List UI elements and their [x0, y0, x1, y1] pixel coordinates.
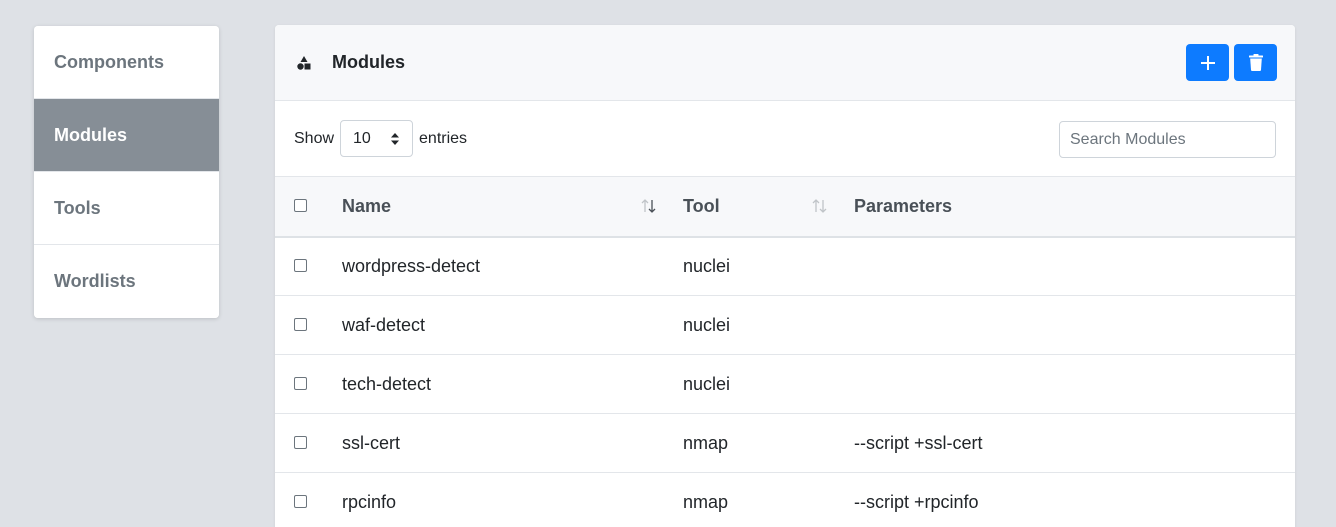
- card-title: Modules: [332, 52, 406, 72]
- cell-parameters: [854, 296, 1295, 355]
- header-actions: [1186, 44, 1277, 81]
- cell-name: tech-detect: [342, 373, 432, 394]
- row-checkbox[interactable]: [294, 376, 307, 390]
- column-header-parameters-label: Parameters: [854, 195, 953, 216]
- sort-icon: [812, 199, 827, 213]
- sort-arrows-icon: [391, 133, 400, 145]
- sidebar: Components Modules Tools Wordlists: [34, 26, 219, 318]
- cell-tool: nuclei: [683, 373, 731, 394]
- column-header-tool-label: Tool: [683, 195, 720, 216]
- cell-name: ssl-cert: [342, 432, 400, 453]
- modules-table: Name Tool Parameters wordpress-detect nu…: [275, 176, 1295, 527]
- cell-parameters: --script +ssl-cert: [854, 432, 983, 453]
- cell-tool: nmap: [683, 432, 729, 453]
- column-header-name-label: Name: [342, 195, 392, 216]
- plus-icon: [1200, 55, 1215, 70]
- row-checkbox[interactable]: [294, 258, 307, 272]
- row-checkbox-cell: [275, 355, 342, 414]
- entries-select[interactable]: 10: [340, 120, 414, 157]
- add-module-button[interactable]: [1186, 44, 1229, 81]
- row-checkbox[interactable]: [294, 494, 307, 508]
- modules-card: Modules Show 10 entries Search Modules N…: [275, 25, 1295, 527]
- table-row[interactable]: ssl-cert nmap --script +ssl-cert: [275, 414, 1295, 473]
- cell-name: waf-detect: [342, 314, 426, 335]
- select-all-checkbox[interactable]: [294, 198, 307, 212]
- cell-parameters: [854, 355, 1295, 414]
- column-header-parameters: Parameters: [854, 176, 1295, 238]
- table-row[interactable]: waf-detect nuclei: [275, 296, 1295, 355]
- sidebar-item-label: Tools: [54, 197, 101, 218]
- cell-name: wordpress-detect: [342, 255, 481, 276]
- entries-value: 10: [353, 129, 371, 147]
- sidebar-item-label: Modules: [54, 124, 128, 145]
- row-checkbox-cell: [275, 296, 342, 355]
- select-all-cell: [275, 176, 342, 238]
- row-checkbox-cell: [275, 237, 342, 296]
- sort-icon: [641, 199, 656, 213]
- sidebar-item-wordlists[interactable]: Wordlists: [34, 245, 219, 318]
- shapes-icon: [295, 54, 313, 72]
- column-header-name[interactable]: Name: [342, 176, 683, 238]
- sidebar-item-modules[interactable]: Modules: [34, 99, 219, 172]
- table-controls: Show 10 entries: [275, 101, 1295, 176]
- sidebar-item-label: Wordlists: [54, 271, 136, 291]
- delete-modules-button[interactable]: [1234, 44, 1277, 81]
- trash-icon: [1248, 54, 1263, 71]
- cell-tool: nmap: [683, 491, 729, 512]
- column-header-tool[interactable]: Tool: [683, 176, 854, 238]
- cell-parameters: [854, 237, 1295, 296]
- row-checkbox[interactable]: [294, 435, 307, 449]
- card-header: Modules: [275, 25, 1295, 101]
- table-row[interactable]: tech-detect nuclei: [275, 355, 1295, 414]
- sidebar-item-label: Components: [54, 51, 164, 72]
- sidebar-item-components[interactable]: Components: [34, 26, 219, 99]
- table-header-row: Name Tool Parameters: [275, 176, 1295, 238]
- row-checkbox[interactable]: [294, 317, 307, 331]
- cell-parameters: --script +rpcinfo: [854, 491, 979, 512]
- row-checkbox-cell: [275, 473, 342, 527]
- row-checkbox-cell: [275, 414, 342, 473]
- entries-label: entries: [419, 129, 468, 147]
- table-row[interactable]: wordpress-detect nuclei: [275, 237, 1295, 296]
- search-input[interactable]: [1059, 121, 1276, 158]
- sidebar-item-tools[interactable]: Tools: [34, 172, 219, 245]
- cell-tool: nuclei: [683, 314, 731, 335]
- cell-tool: nuclei: [683, 255, 731, 276]
- cell-name: rpcinfo: [342, 491, 397, 512]
- show-label: Show: [294, 129, 335, 147]
- table-row[interactable]: rpcinfo nmap --script +rpcinfo: [275, 473, 1295, 527]
